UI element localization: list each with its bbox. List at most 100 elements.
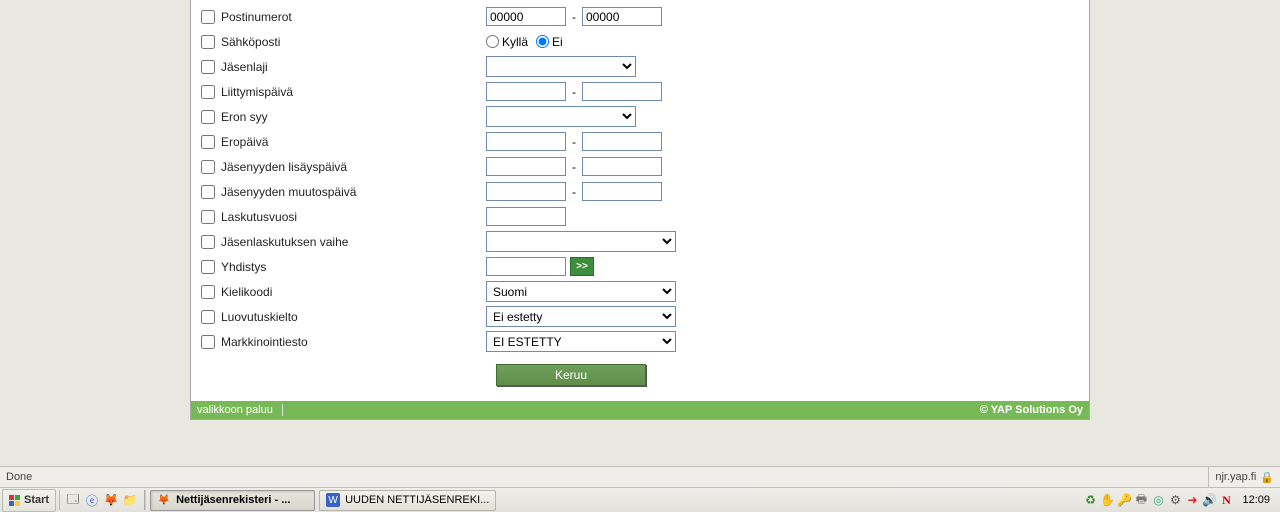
form-row-kielikoodi: Kielikoodi Suomi	[201, 279, 1079, 304]
muutospaiva-input[interactable]	[486, 182, 566, 201]
run-button[interactable]: Keruu	[496, 364, 646, 386]
laskutusvuosi-input[interactable]	[486, 207, 566, 226]
tray-icon[interactable]: ◎	[1151, 493, 1165, 507]
taskbar-task-0[interactable]: 🦊Nettijäsenrekisteri - ...	[150, 490, 315, 511]
radio-group-sahkoposti: KylläEi	[486, 35, 569, 49]
lisayspaiva-input[interactable]	[582, 157, 662, 176]
include-checkbox-muutospaiva[interactable]	[201, 185, 215, 199]
muutospaiva-input[interactable]	[582, 182, 662, 201]
postinumerot-input[interactable]	[486, 7, 566, 26]
range-dash: -	[570, 10, 578, 24]
tray-icon[interactable]: N	[1219, 493, 1233, 507]
include-checkbox-postinumerot[interactable]	[201, 10, 215, 24]
include-checkbox-eronsyy[interactable]	[201, 110, 215, 124]
input-cell: >>	[486, 257, 594, 276]
include-checkbox-lisayspaiva[interactable]	[201, 160, 215, 174]
jasenlaji-select[interactable]	[486, 56, 636, 77]
lookup-button-yhdistys[interactable]: >>	[570, 257, 594, 276]
input-cell: Suomi	[486, 281, 676, 302]
task-label: Nettijäsenrekisteri - ...	[176, 494, 290, 506]
laskvaihe-select[interactable]	[486, 231, 676, 252]
label-cell: Liittymispäivä	[201, 85, 486, 99]
liittymispaiva-input[interactable]	[582, 82, 662, 101]
luovutuskielto-select[interactable]: Ei estetty	[486, 306, 676, 327]
volume-icon[interactable]: 🔊	[1202, 493, 1216, 507]
start-button[interactable]: Start	[2, 489, 56, 512]
form-row-muutospaiva: Jäsenyyden muutospäivä -	[201, 179, 1079, 204]
include-checkbox-laskvaihe[interactable]	[201, 235, 215, 249]
back-to-menu-link[interactable]: valikkoon paluu	[197, 404, 273, 416]
input-cell	[486, 231, 676, 252]
markkinointi-select[interactable]: EI ESTETTY	[486, 331, 676, 352]
tray-icon[interactable]: ⚙	[1168, 493, 1182, 507]
label-cell: Jäsenyyden muutospäivä	[201, 185, 486, 199]
include-checkbox-jasenlaji[interactable]	[201, 60, 215, 74]
status-domain-cell: njr.yap.fi 🔒	[1208, 467, 1280, 487]
include-checkbox-kielikoodi[interactable]	[201, 285, 215, 299]
label-cell: Sähköposti	[201, 35, 486, 49]
input-cell: EI ESTETTY	[486, 331, 676, 352]
firefox-icon[interactable]: 🦊	[103, 492, 119, 508]
liittymispaiva-input[interactable]	[486, 82, 566, 101]
explorer-icon[interactable]: 📁	[122, 492, 138, 508]
show-desktop-icon[interactable]: 🗔	[65, 492, 81, 508]
label-cell: Jäsenlaji	[201, 60, 486, 74]
eronsyy-select[interactable]	[486, 106, 636, 127]
status-text: Done	[0, 471, 1208, 483]
tray-icon[interactable]: ➜	[1185, 493, 1199, 507]
label-cell: Jäsenyyden lisäyspäivä	[201, 160, 486, 174]
field-label: Kielikoodi	[221, 285, 272, 299]
status-domain: njr.yap.fi	[1215, 471, 1256, 483]
taskbar-clock[interactable]: 12:09	[1236, 494, 1276, 506]
radio-label: Ei	[552, 35, 563, 49]
tray-icon[interactable]: 🖶	[1134, 493, 1148, 507]
taskbar-task-1[interactable]: WUUDEN NETTIJÄSENREKI...	[319, 490, 496, 511]
field-label: Jäsenlaji	[221, 60, 268, 74]
label-cell: Luovutuskielto	[201, 310, 486, 324]
range-dash: -	[570, 185, 578, 199]
include-checkbox-liittymispaiva[interactable]	[201, 85, 215, 99]
include-checkbox-sahkoposti[interactable]	[201, 35, 215, 49]
include-checkbox-laskutusvuosi[interactable]	[201, 210, 215, 224]
form-row-liittymispaiva: Liittymispäivä-	[201, 79, 1079, 104]
input-cell	[486, 56, 636, 77]
tray-icon[interactable]: 🔑	[1117, 493, 1131, 507]
tray-icon[interactable]: ✋	[1100, 493, 1114, 507]
eropaiva-input[interactable]	[486, 132, 566, 151]
input-cell: -	[486, 157, 662, 176]
lisayspaiva-input[interactable]	[486, 157, 566, 176]
form-row-laskvaihe: Jäsenlaskutuksen vaihe	[201, 229, 1079, 254]
include-checkbox-yhdistys[interactable]	[201, 260, 215, 274]
label-cell: Eropäivä	[201, 135, 486, 149]
form-row-luovutuskielto: Luovutuskielto Ei estetty	[201, 304, 1079, 329]
sahkoposti-radio-no[interactable]	[536, 35, 549, 48]
field-label: Postinumerot	[221, 10, 292, 24]
include-checkbox-eropaiva[interactable]	[201, 135, 215, 149]
field-label: Eron syy	[221, 110, 268, 124]
input-cell: KylläEi	[486, 35, 569, 49]
input-cell: -	[486, 7, 662, 26]
yhdistys-input[interactable]	[486, 257, 566, 276]
label-cell: Kielikoodi	[201, 285, 486, 299]
tray-icon[interactable]: ♻	[1083, 493, 1097, 507]
include-checkbox-markkinointi[interactable]	[201, 335, 215, 349]
label-cell: Eron syy	[201, 110, 486, 124]
range-dash: -	[570, 135, 578, 149]
label-cell: Markkinointiesto	[201, 335, 486, 349]
field-label: Luovutuskielto	[221, 310, 298, 324]
postinumerot-input[interactable]	[582, 7, 662, 26]
include-checkbox-luovutuskielto[interactable]	[201, 310, 215, 324]
form-row-laskutusvuosi: Laskutusvuosi	[201, 204, 1079, 229]
quick-launch: 🗔 ⓔ 🦊 📁	[63, 492, 140, 508]
form-row-sahkoposti: SähköpostiKylläEi	[201, 29, 1079, 54]
sahkoposti-radio-yes[interactable]	[486, 35, 499, 48]
kielikoodi-select[interactable]: Suomi	[486, 281, 676, 302]
label-cell: Jäsenlaskutuksen vaihe	[201, 235, 486, 249]
input-cell	[486, 207, 566, 226]
word-icon: W	[326, 493, 340, 507]
eropaiva-input[interactable]	[582, 132, 662, 151]
ie-icon[interactable]: ⓔ	[84, 492, 100, 508]
input-cell: Ei estetty	[486, 306, 676, 327]
form-area: Postinumerot - SähköpostiKylläEi Jäsenlaji L…	[191, 0, 1089, 394]
input-cell	[486, 106, 636, 127]
